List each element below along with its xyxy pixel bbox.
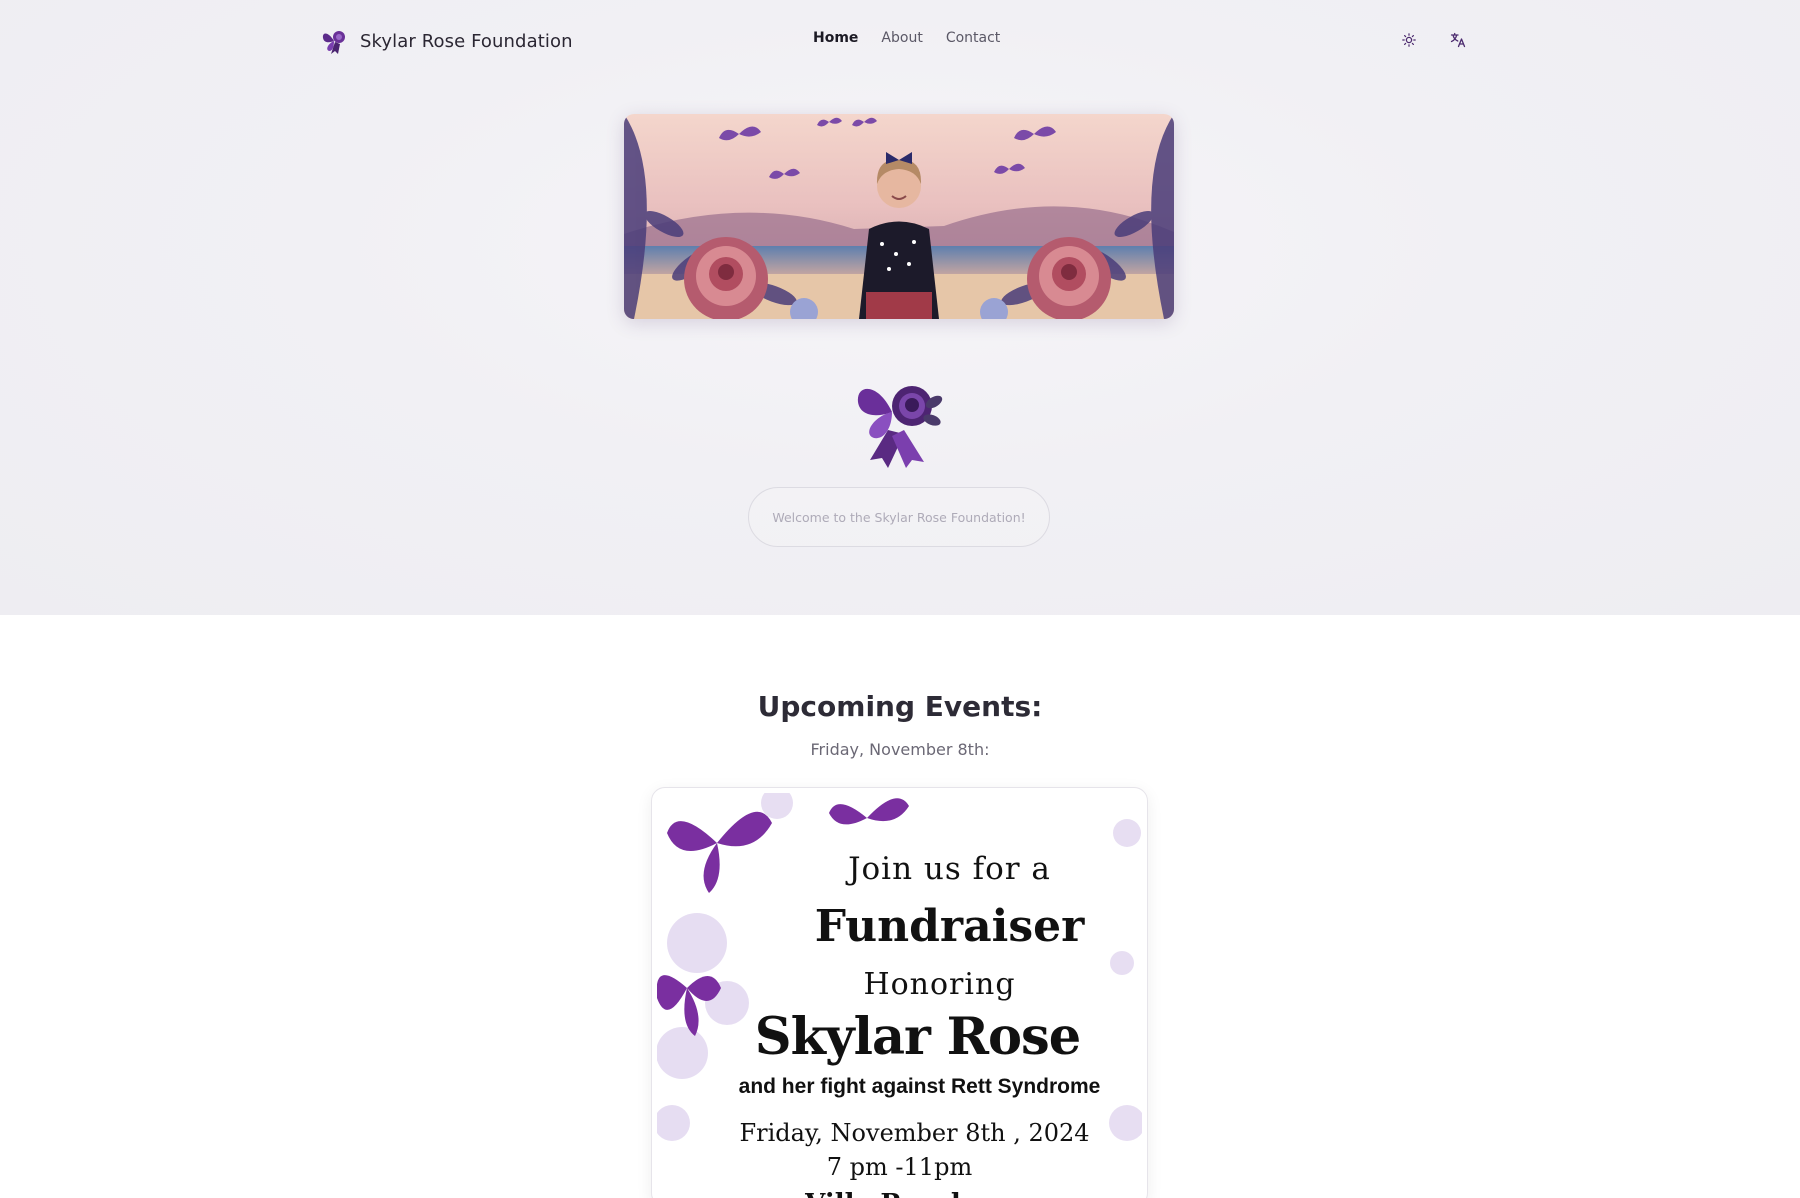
- flyer-line-intro: Join us for a: [848, 851, 1051, 887]
- language-button[interactable]: [1447, 29, 1469, 51]
- flyer-line-time: 7 pm -11pm: [826, 1153, 973, 1181]
- events-heading: Upcoming Events:: [757, 690, 1043, 723]
- butterfly-rose-icon: [322, 31, 345, 54]
- nav-contact[interactable]: Contact: [946, 30, 1000, 46]
- memorial-banner-image: [624, 114, 1174, 319]
- brand-name: Skylar Rose Foundation: [360, 30, 573, 52]
- translate-icon: [1450, 32, 1466, 48]
- flyer-line-cause: and her fight against Rett Syndrome: [738, 1075, 1101, 1098]
- flyer-line-date: Friday, November 8th , 2024: [739, 1119, 1090, 1147]
- nav-home[interactable]: Home: [813, 30, 858, 46]
- main-nav: Home About Contact: [813, 30, 1000, 46]
- flyer-line-honoring: Honoring: [863, 967, 1016, 1002]
- sun-icon: [1402, 33, 1416, 47]
- banner-illustration: [624, 114, 1174, 319]
- flyer-line-fundraiser: Fundraiser: [814, 901, 1085, 952]
- event-date: Friday, November 8th:: [810, 740, 990, 759]
- nav-about[interactable]: About: [881, 30, 922, 46]
- event-flyer-card: Join us for a Fundraiser Honoring Skylar…: [651, 787, 1148, 1198]
- brand-link[interactable]: Skylar Rose Foundation: [320, 24, 573, 58]
- flyer-line-venue: Villa Rosalee: [657, 1189, 1142, 1198]
- welcome-pill: Welcome to the Skylar Rose Foundation!: [748, 487, 1050, 547]
- fundraiser-flyer-image: Join us for a Fundraiser Honoring Skylar…: [657, 793, 1142, 1198]
- foundation-emblem-icon: [857, 386, 943, 468]
- top-navbar: Skylar Rose Foundation Home About Contac…: [0, 0, 1800, 84]
- flyer-line-name: Skylar Rose: [754, 1007, 1081, 1067]
- theme-toggle-button[interactable]: [1398, 29, 1420, 51]
